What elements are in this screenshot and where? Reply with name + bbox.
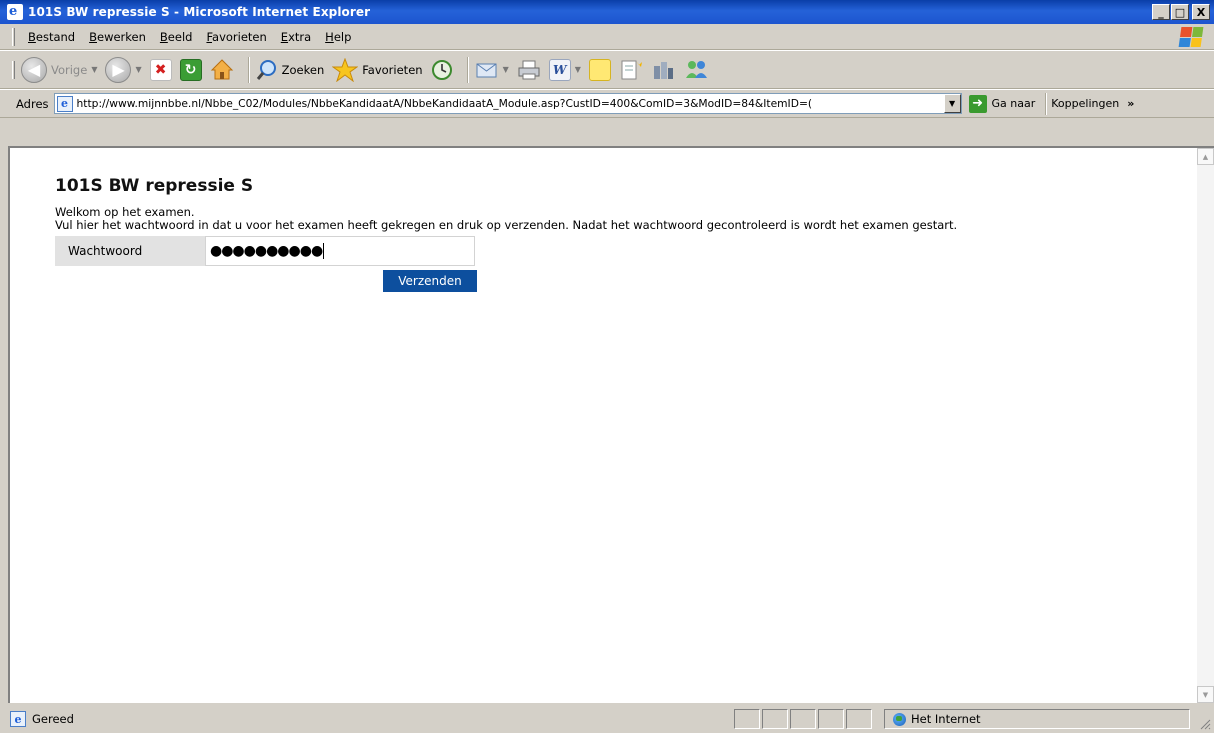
star-icon	[332, 57, 359, 82]
status-text: Gereed	[32, 712, 74, 726]
research-icon	[621, 60, 642, 79]
status-panel	[846, 709, 872, 729]
password-field[interactable]: ●●●●●●●●●●	[205, 236, 475, 266]
address-bar: Adres e http://www.mijnnbbe.nl/Nbbe_C02/…	[0, 89, 1214, 118]
favorites-label: Favorieten	[362, 62, 423, 77]
stop-icon: ✖	[149, 58, 172, 81]
window-controls: _ □ X	[1152, 4, 1210, 20]
address-input[interactable]: e http://www.mijnnbbe.nl/Nbbe_C02/Module…	[53, 93, 962, 114]
mail-button[interactable]: ▼	[475, 59, 509, 81]
address-label: Adres	[16, 96, 49, 111]
ie-page-icon: e	[56, 95, 73, 112]
mail-icon	[476, 63, 497, 77]
refresh-icon: ↻	[179, 58, 202, 81]
search-label: Zoeken	[281, 62, 325, 77]
home-button[interactable]	[210, 58, 234, 82]
menu-favorieten[interactable]: Favorieten	[199, 30, 273, 44]
scroll-down-button[interactable]: ▼	[1197, 686, 1214, 703]
messenger-icon	[685, 60, 707, 78]
printer-icon	[518, 60, 540, 79]
home-icon	[210, 58, 233, 79]
forward-button[interactable]: ▶ ▼	[105, 56, 142, 83]
minimize-button[interactable]: _	[1152, 4, 1170, 20]
back-arrow-icon: ◀	[21, 56, 47, 83]
address-url[interactable]: http://www.mijnnbbe.nl/Nbbe_C02/Modules/…	[77, 97, 944, 110]
zone-label: Het Internet	[911, 712, 981, 726]
text-caret	[323, 243, 325, 259]
edit-button[interactable]: W ▼	[548, 58, 581, 81]
stop-button[interactable]: ✖	[149, 58, 172, 81]
menu-beeld[interactable]: Beeld	[153, 30, 200, 44]
messenger-tools-button[interactable]	[651, 58, 675, 82]
ie-logo-icon: e	[7, 4, 23, 20]
links-toolbar[interactable]: Koppelingen	[1051, 97, 1119, 110]
toolbar-grip[interactable]	[12, 60, 15, 79]
search-button[interactable]: Zoeken	[256, 59, 325, 81]
history-button[interactable]	[431, 59, 453, 81]
toolbar-grip[interactable]	[12, 27, 15, 46]
windows-logo-icon	[1178, 27, 1204, 47]
address-dropdown-button[interactable]: ▼	[943, 94, 961, 113]
password-row: Wachtwoord ●●●●●●●●●●	[55, 236, 1165, 266]
status-panel	[734, 709, 760, 729]
vertical-scrollbar[interactable]: ▲ ▼	[1197, 148, 1214, 703]
chevron-down-icon[interactable]: ▼	[503, 65, 509, 74]
status-panel	[790, 709, 816, 729]
go-arrow-icon: ➜	[968, 94, 987, 113]
toolbar-separator	[247, 56, 250, 83]
notes-button[interactable]	[588, 58, 611, 81]
submit-button[interactable]: Verzenden	[383, 270, 477, 292]
chevron-down-icon[interactable]: ▼	[135, 65, 141, 74]
close-button[interactable]: X	[1192, 4, 1210, 20]
maximize-button[interactable]: □	[1171, 4, 1189, 20]
menu-bar: Bestand Bewerken Beeld Favorieten Extra …	[0, 24, 1214, 50]
title-bar: e 101S BW repressie S - Microsoft Intern…	[0, 0, 1214, 24]
status-bar: e Gereed Het Internet	[0, 705, 1214, 733]
password-value[interactable]: ●●●●●●●●●●	[210, 243, 323, 259]
standard-toolbar: ◀ Vorige ▼ ▶ ▼ ✖ ↻ Zoeken Favorieten ▼ W…	[0, 50, 1214, 89]
tools-icon	[653, 61, 673, 79]
page-title: 101S BW repressie S	[55, 176, 254, 196]
word-icon: W	[548, 58, 571, 81]
status-panel	[818, 709, 844, 729]
toolbar-separator	[1045, 92, 1048, 115]
page-content: 101S BW repressie S Welkom op het examen…	[55, 176, 1165, 292]
note-icon	[588, 58, 611, 81]
menu-bestand[interactable]: Bestand	[21, 30, 82, 44]
go-button[interactable]: ➜ Ga naar	[968, 94, 1036, 113]
status-panel	[762, 709, 788, 729]
search-icon	[256, 59, 276, 80]
print-button[interactable]	[517, 59, 541, 81]
research-button[interactable]	[619, 58, 643, 82]
favorites-button[interactable]: Favorieten	[332, 57, 423, 82]
page-viewport: 101S BW repressie S Welkom op het examen…	[8, 146, 1214, 703]
menu-bewerken[interactable]: Bewerken	[82, 30, 153, 44]
security-zone: Het Internet	[884, 709, 1190, 729]
back-label: Vorige	[51, 62, 88, 77]
menu-extra[interactable]: Extra	[274, 30, 318, 44]
scroll-up-button[interactable]: ▲	[1197, 148, 1214, 165]
window-title: 101S BW repressie S - Microsoft Internet…	[28, 5, 371, 19]
messenger-button[interactable]	[683, 58, 709, 82]
go-label: Ga naar	[991, 97, 1036, 110]
toolbar-separator	[466, 56, 469, 83]
password-label: Wachtwoord	[55, 236, 205, 266]
refresh-button[interactable]: ↻	[179, 58, 202, 81]
links-chevron-icon[interactable]: »	[1127, 97, 1134, 110]
globe-icon	[893, 712, 906, 726]
resize-grip-icon[interactable]	[1199, 718, 1211, 730]
chevron-down-icon[interactable]: ▼	[91, 65, 97, 74]
history-icon	[431, 59, 452, 80]
menu-help[interactable]: Help	[318, 30, 358, 44]
chevron-down-icon[interactable]: ▼	[575, 65, 581, 74]
forward-arrow-icon: ▶	[105, 56, 132, 83]
back-button[interactable]: ◀ Vorige ▼	[21, 56, 97, 83]
ie-page-icon: e	[10, 711, 26, 727]
instructions-text: Vul hier het wachtwoord in dat u voor he…	[55, 218, 958, 232]
